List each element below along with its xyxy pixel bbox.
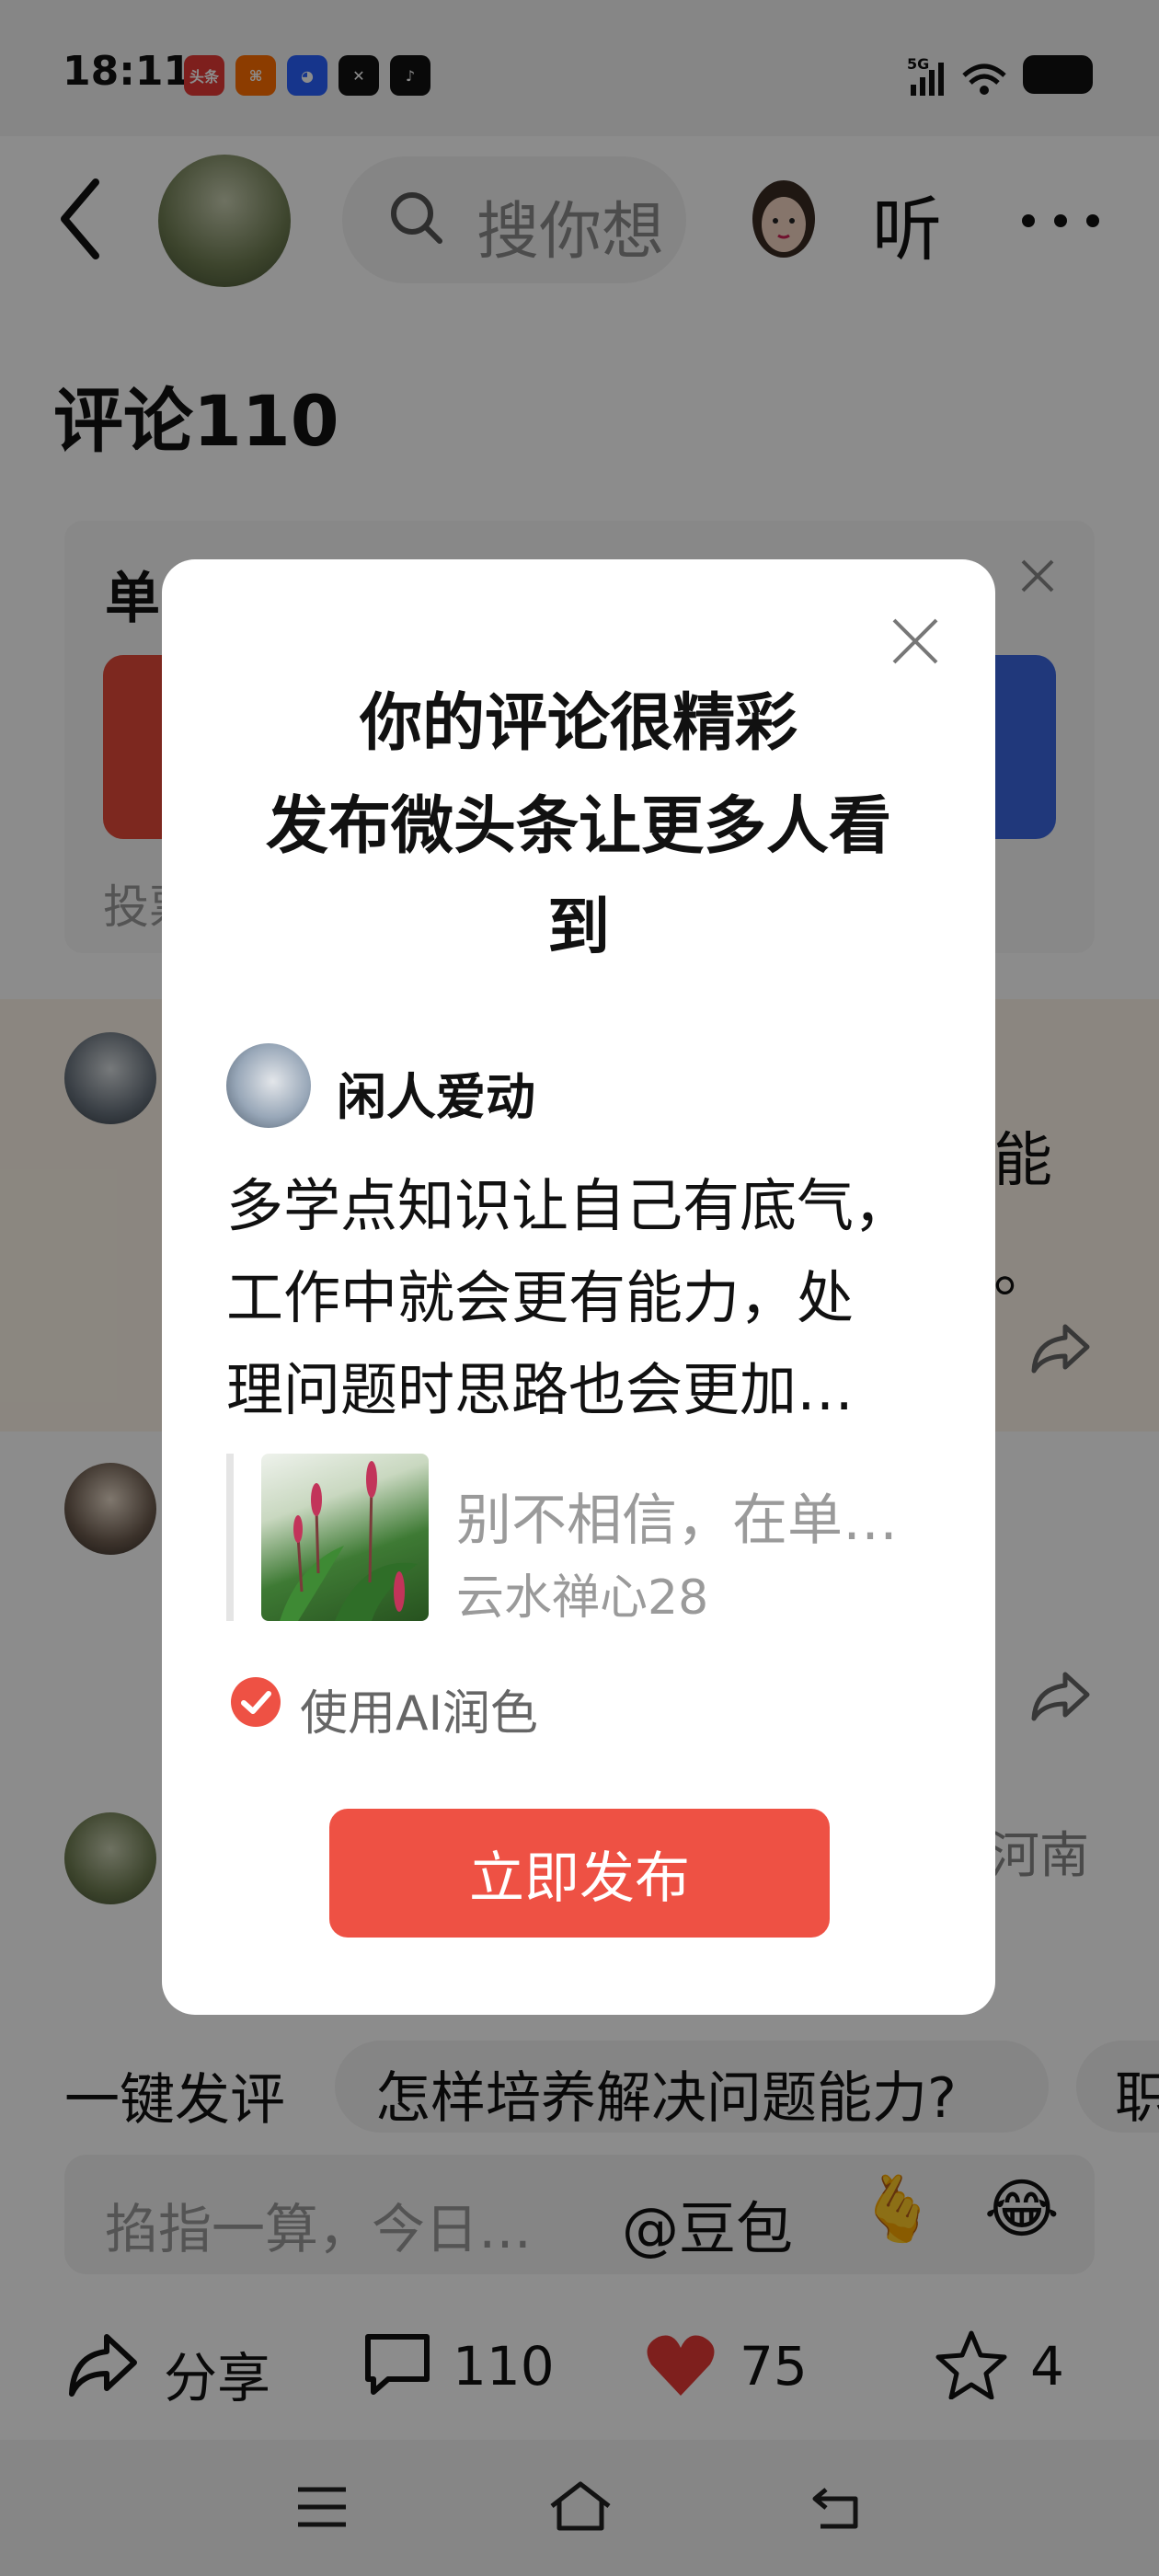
author-name: 闲人爱动 [337,1068,535,1126]
close-icon[interactable] [890,616,940,666]
quote-divider [226,1454,234,1621]
comment-body-line: 理问题时思路也会更加… [226,1356,855,1423]
comment-body-line: 多学点知识让自己有底气， [226,1172,912,1239]
modal-title-line: 到 [546,891,610,964]
modal-title-line: 发布微头条让更多人看 [265,790,891,863]
publish-button[interactable]: 立即发布 [329,1809,830,1938]
modal-title-line: 你的评论很精彩 [359,687,798,760]
ai-polish-checkbox[interactable] [230,1676,281,1728]
quote-title: 别不相信，在单… [456,1489,898,1553]
plant-image [280,1461,418,1621]
quote-thumbnail [261,1454,429,1621]
author-avatar [226,1043,311,1128]
ai-polish-label[interactable]: 使用AI润色 [300,1674,538,1743]
comment-body-line: 工作中就会更有能力，处 [226,1264,855,1331]
quote-author: 云水禅心28 [456,1570,709,1626]
